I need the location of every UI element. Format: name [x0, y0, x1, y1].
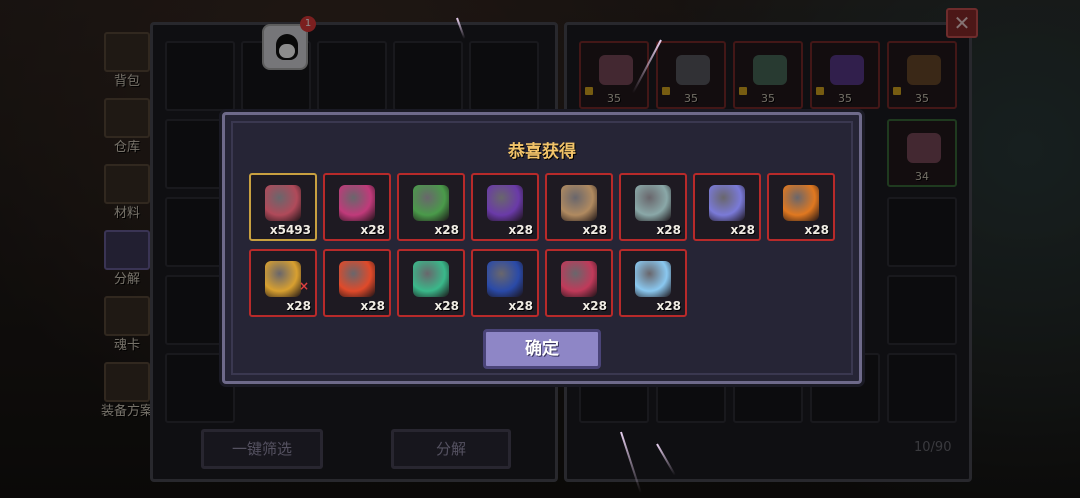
reward-quantity: x28 — [656, 223, 681, 237]
fire-flower-icon — [339, 261, 375, 297]
reward-quantity: x28 — [508, 299, 533, 313]
reward-quantity: x28 — [582, 299, 607, 313]
green-bow-icon — [413, 185, 449, 221]
confirm-button[interactable]: 确定 — [483, 329, 601, 369]
reward-quantity: x28 — [804, 223, 829, 237]
red-crystal-icon — [265, 185, 301, 221]
reward-item[interactable]: x28 — [767, 173, 835, 241]
berry-icon — [561, 261, 597, 297]
reward-quantity: x28 — [360, 223, 385, 237]
reward-quantity: x28 — [286, 299, 311, 313]
purple-blade-icon — [487, 185, 523, 221]
reward-quantity: x5493 — [269, 223, 311, 237]
reward-item[interactable]: x28 — [545, 249, 613, 317]
pumpkin-icon — [783, 185, 819, 221]
reward-quantity: x28 — [656, 299, 681, 313]
reward-quantity: x28 — [730, 223, 755, 237]
blue-flame-icon — [487, 261, 523, 297]
reward-item[interactable]: x28 — [693, 173, 761, 241]
reward-quantity: x28 — [434, 223, 459, 237]
reward-item[interactable]: x28 — [619, 249, 687, 317]
ice-orb-icon — [635, 261, 671, 297]
reward-item[interactable]: x5493 — [249, 173, 317, 241]
reward-quantity: x28 — [582, 223, 607, 237]
teddy-bear-icon — [561, 185, 597, 221]
reward-item[interactable]: x28 — [397, 173, 465, 241]
pink-sword-icon — [339, 185, 375, 221]
reward-quantity: x28 — [360, 299, 385, 313]
cross-icon: × — [298, 279, 309, 293]
dialog-title: 恭喜获得 — [508, 142, 576, 162]
reward-item[interactable]: x28 — [471, 249, 539, 317]
reward-quantity: x28 — [508, 223, 533, 237]
silver-staff-icon — [635, 185, 671, 221]
reward-item[interactable]: x28 — [619, 173, 687, 241]
reward-quantity: x28 — [434, 299, 459, 313]
crystal-wand-icon — [709, 185, 745, 221]
flame-sword-icon — [265, 261, 301, 297]
reward-item[interactable]: × x28 — [249, 249, 317, 317]
reward-dialog: 恭喜获得 x5493 x28 x28 x28 x28 x28 x28 x28 × x28 x28 x2… — [222, 112, 862, 384]
reward-item[interactable]: x28 — [397, 249, 465, 317]
reward-item[interactable]: x28 — [471, 173, 539, 241]
reward-item[interactable]: x28 — [323, 173, 391, 241]
reward-item[interactable]: x28 — [545, 173, 613, 241]
reward-item[interactable]: x28 — [323, 249, 391, 317]
jade-blade-icon — [413, 261, 449, 297]
